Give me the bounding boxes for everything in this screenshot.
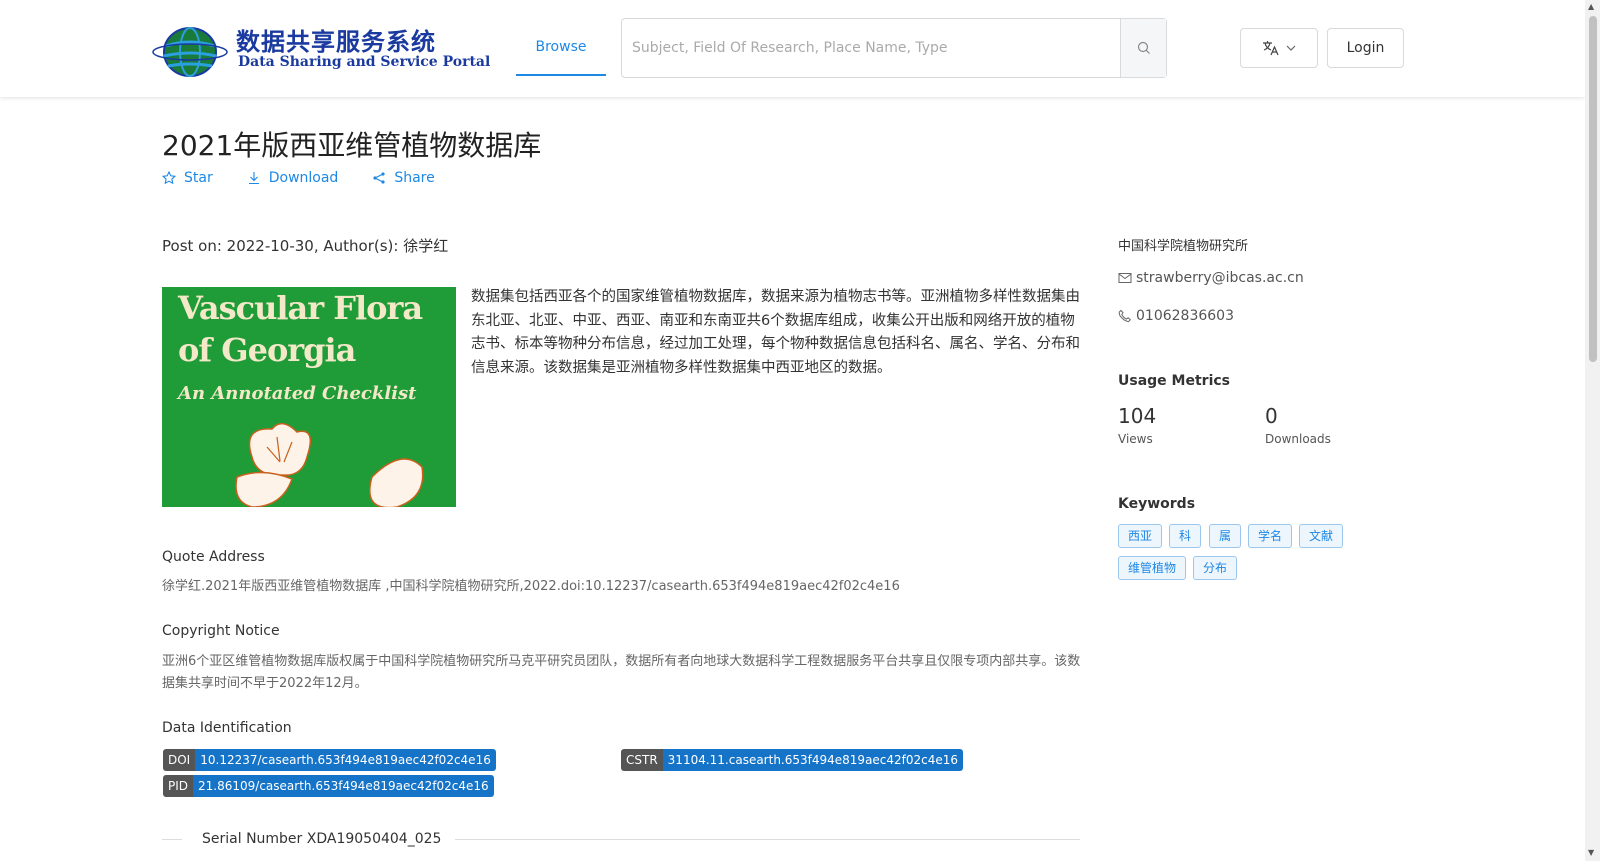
search-input[interactable]	[622, 19, 1120, 77]
identification-heading: Data Identification	[162, 720, 292, 736]
serial-number: Serial Number XDA19050404_025	[200, 831, 444, 847]
dataset-description: 数据集包括西亚各个的国家维管植物数据库，数据来源为植物志书等。亚洲植物多样性数据…	[471, 289, 1080, 376]
quote-heading: Quote Address	[162, 549, 265, 565]
contact-phone: 01062836603	[1118, 308, 1234, 324]
divider	[455, 839, 1080, 840]
views-count: 104	[1118, 404, 1157, 428]
keywords-heading: Keywords	[1118, 496, 1196, 512]
phone-icon	[1118, 309, 1132, 323]
pid-key: PID	[163, 775, 194, 797]
cover-title-line1: Vascular Flora	[178, 289, 423, 327]
doi-value: 10.12237/casearth.653f494e819aec42f02c4e…	[195, 749, 496, 771]
keyword-tag[interactable]: 科	[1169, 524, 1202, 548]
pid-badge[interactable]: PID 21.86109/casearth.653f494e819aec42f0…	[163, 775, 494, 797]
downloads-metric: 0 Downloads	[1265, 404, 1331, 446]
contact-email[interactable]: strawberry@ibcas.ac.cn	[1118, 270, 1304, 286]
download-icon	[248, 172, 259, 185]
search-button[interactable]	[1120, 19, 1166, 77]
dataset-title: 2021年版西亚维管植物数据库	[162, 129, 542, 162]
email-text: strawberry@ibcas.ac.cn	[1136, 270, 1304, 286]
share-button[interactable]: Share	[372, 170, 435, 186]
star-label: Star	[184, 170, 213, 186]
logo-text-en: Data Sharing and Service Portal	[238, 54, 491, 70]
globe-logo-icon	[152, 27, 228, 77]
keyword-tag[interactable]: 属	[1209, 524, 1242, 548]
downloads-label: Downloads	[1265, 432, 1331, 446]
cover-subtitle: An Annotated Checklist	[178, 383, 417, 404]
scroll-up-arrow-icon[interactable]: ▲	[1588, 2, 1594, 11]
language-switch-button[interactable]	[1240, 28, 1318, 68]
search-box	[621, 18, 1167, 78]
cstr-badge[interactable]: CSTR 31104.11.casearth.653f494e819aec42f…	[621, 749, 964, 771]
nav-browse-tab[interactable]: Browse	[516, 18, 606, 76]
dataset-cover-image: Vascular Flora of Georgia An Annotated C…	[162, 287, 456, 507]
logo-text-cn: 数据共享服务系统	[236, 27, 436, 56]
dataset-actions: Star Download Share	[162, 170, 435, 186]
downloads-count: 0	[1265, 404, 1278, 428]
share-label: Share	[394, 170, 435, 186]
scrollbar-thumb[interactable]	[1589, 16, 1597, 362]
star-button[interactable]: Star	[162, 170, 213, 186]
login-button[interactable]: Login	[1327, 28, 1404, 68]
copyright-text: 亚洲6个亚区维管植物数据库版权属于中国科学院植物研究所马克平研究员团队，数据所有…	[162, 654, 1081, 691]
keyword-tag[interactable]: 学名	[1248, 524, 1293, 548]
usage-metrics-heading: Usage Metrics	[1118, 373, 1230, 389]
cover-title-line2: of Georgia	[178, 331, 356, 369]
post-date-author: Post on: 2022-10-30, Author(s): 徐学红	[162, 237, 449, 255]
search-icon	[1137, 41, 1150, 54]
divider	[162, 839, 182, 840]
doi-key: DOI	[163, 749, 196, 771]
quote-text: 徐学红.2021年版西亚维管植物数据库 ,中国科学院植物研究所,2022.doi…	[162, 579, 900, 594]
keyword-tag[interactable]: 西亚	[1118, 524, 1163, 548]
top-header: 数据共享服务系统 Data Sharing and Service Portal…	[0, 0, 1585, 97]
translate-icon	[1263, 41, 1279, 56]
site-logo[interactable]: 数据共享服务系统 Data Sharing and Service Portal	[152, 18, 490, 78]
pid-value: 21.86109/casearth.653f494e819aec42f02c4e…	[193, 775, 494, 797]
views-metric: 104 Views	[1118, 404, 1156, 446]
download-label: Download	[268, 170, 339, 186]
page-scrollbar[interactable]: ▲ ▼	[1585, 0, 1600, 861]
organization-name: 中国科学院植物研究所	[1118, 239, 1249, 254]
phone-text: 01062836603	[1136, 308, 1234, 324]
download-button[interactable]: Download	[247, 170, 339, 186]
views-label: Views	[1118, 432, 1153, 446]
keyword-tag[interactable]: 分布	[1193, 556, 1238, 580]
mail-icon	[1118, 273, 1132, 283]
chevron-down-icon	[1286, 45, 1296, 51]
scroll-down-arrow-icon[interactable]: ▼	[1588, 848, 1594, 857]
cstr-value: 31104.11.casearth.653f494e819aec42f02c4e…	[662, 749, 964, 771]
keyword-tag[interactable]: 文献	[1299, 524, 1344, 548]
cstr-key: CSTR	[621, 749, 663, 771]
copyright-heading: Copyright Notice	[162, 623, 280, 639]
star-icon	[162, 171, 176, 185]
share-icon	[373, 172, 385, 184]
doi-badge[interactable]: DOI 10.12237/casearth.653f494e819aec42f0…	[163, 749, 496, 771]
flower-illustration-icon	[235, 423, 424, 507]
keyword-tag[interactable]: 维管植物	[1118, 556, 1187, 580]
